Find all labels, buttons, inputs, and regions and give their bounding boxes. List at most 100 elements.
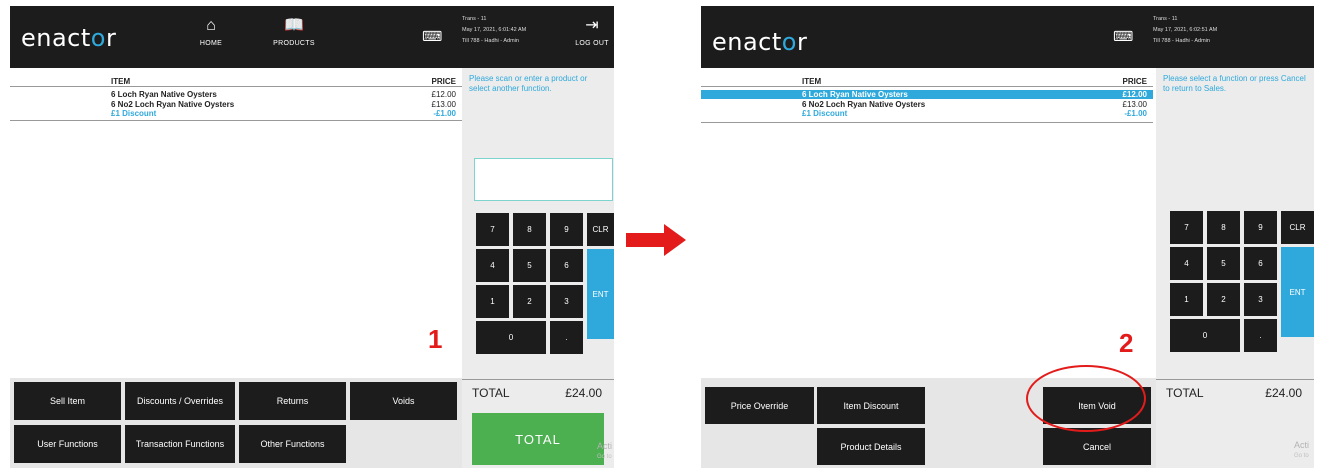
function-bar: Sell Item Discounts / Overrides Returns … (10, 378, 462, 468)
sell-item-button[interactable]: Sell Item (14, 382, 121, 420)
basket-header: ITEM PRICE (10, 77, 462, 87)
cancel-button[interactable]: Cancel (1043, 428, 1151, 465)
step-number-annotation: 1 (428, 324, 443, 354)
item-discount-button[interactable]: Item Discount (817, 387, 925, 424)
logout-label: LOG OUT (575, 40, 609, 47)
products-button[interactable]: 📖 PRODUCTS (266, 16, 322, 47)
product-details-button[interactable]: Product Details (817, 428, 925, 465)
transaction-info: Trans - 11 May 17, 2021, 6:01:42 AM Till… (462, 14, 526, 47)
prompt-message: Please select a function or press Cancel… (1163, 74, 1306, 93)
products-label: PRODUCTS (273, 40, 315, 47)
price-column-header: PRICE (431, 77, 456, 86)
total-button[interactable]: TOTAL (472, 413, 604, 465)
key-5[interactable]: 5 (513, 249, 546, 282)
item-name: 6 Loch Ryan Native Oysters (802, 90, 908, 99)
activation-watermark: Acti (597, 441, 613, 451)
keyboard-icon[interactable]: ⌨ (1113, 28, 1133, 45)
price-column-header: PRICE (1122, 77, 1147, 86)
item-name: 6 Loch Ryan Native Oysters (111, 90, 217, 99)
pos-screen-after: enactor ⌨ Trans - 11 May 17, 2021, 6:02:… (701, 6, 1314, 468)
key-8[interactable]: 8 (1207, 211, 1240, 244)
transaction-functions-button[interactable]: Transaction Functions (125, 425, 235, 463)
key-9[interactable]: 9 (550, 213, 583, 246)
highlight-circle-annotation (1026, 365, 1146, 432)
key-enter[interactable]: ENT (587, 249, 614, 339)
discount-row[interactable]: £1 Discount -£1.00 (10, 109, 462, 118)
user-functions-button[interactable]: User Functions (14, 425, 121, 463)
total-value: £24.00 (565, 386, 602, 400)
trans-number: Trans - 11 (1153, 16, 1178, 22)
item-name: 6 No2 Loch Ryan Native Oysters (111, 100, 235, 109)
item-price: £12.00 (431, 90, 456, 99)
key-8[interactable]: 8 (513, 213, 546, 246)
step-number-annotation: 2 (1119, 328, 1134, 358)
till-operator: Till 788 - Hadhi - Admin (1153, 38, 1210, 44)
basket-row-selected[interactable]: 6 Loch Ryan Native Oysters £12.00 (701, 90, 1153, 99)
keyboard-icon[interactable]: ⌨ (422, 28, 442, 45)
discount-name: £1 Discount (802, 109, 848, 118)
discount-row[interactable]: £1 Discount -£1.00 (701, 109, 1153, 118)
key-clr[interactable]: CLR (1281, 211, 1314, 244)
item-column-header: ITEM (111, 77, 131, 86)
key-0[interactable]: 0 (476, 321, 546, 354)
voids-button[interactable]: Voids (350, 382, 457, 420)
key-7[interactable]: 7 (1170, 211, 1203, 244)
basket-row[interactable]: 6 Loch Ryan Native Oysters £12.00 (10, 90, 462, 99)
key-7[interactable]: 7 (476, 213, 509, 246)
activation-watermark-sub: Go to (597, 454, 612, 460)
key-enter[interactable]: ENT (1281, 247, 1314, 337)
enactor-logo: enactor (712, 28, 808, 56)
key-4[interactable]: 4 (1170, 247, 1203, 280)
key-6[interactable]: 6 (1244, 247, 1277, 280)
till-operator: Till 788 - Hadhi - Admin (462, 38, 519, 44)
logout-icon: ⇥ (585, 17, 599, 34)
basket-row[interactable]: 6 No2 Loch Ryan Native Oysters £13.00 (701, 100, 1153, 109)
home-button[interactable]: ⌂ HOME (183, 16, 239, 47)
key-5[interactable]: 5 (1207, 247, 1240, 280)
price-override-button[interactable]: Price Override (705, 387, 814, 424)
key-6[interactable]: 6 (550, 249, 583, 282)
total-label: TOTAL (1166, 386, 1204, 400)
returns-button[interactable]: Returns (239, 382, 346, 420)
total-label: TOTAL (472, 386, 510, 400)
key-decimal[interactable]: . (550, 321, 583, 354)
key-3[interactable]: 3 (550, 285, 583, 318)
basket-row[interactable]: 6 No2 Loch Ryan Native Oysters £13.00 (10, 100, 462, 109)
pos-screen-before: enactor ⌂ HOME 📖 PRODUCTS ⌨ Trans - 11 M… (10, 6, 614, 468)
total-summary: TOTAL £24.00 (462, 379, 614, 414)
key-decimal[interactable]: . (1244, 319, 1277, 352)
key-1[interactable]: 1 (476, 285, 509, 318)
logout-button[interactable]: ⇥ LOG OUT (572, 16, 612, 47)
trans-number: Trans - 11 (462, 16, 487, 22)
key-3[interactable]: 3 (1244, 283, 1277, 316)
item-price: £13.00 (1122, 100, 1147, 109)
prompt-message: Please scan or enter a product or select… (469, 74, 588, 93)
trans-datetime: May 17, 2021, 6:02:51 AM (1153, 27, 1218, 33)
list-divider (701, 122, 1153, 123)
key-2[interactable]: 2 (1207, 283, 1240, 316)
entry-field[interactable] (474, 158, 613, 201)
discounts-overrides-button[interactable]: Discounts / Overrides (125, 382, 235, 420)
key-0[interactable]: 0 (1170, 319, 1240, 352)
item-price: £13.00 (431, 100, 456, 109)
activation-watermark-sub: Go to (1294, 453, 1309, 459)
key-clr[interactable]: CLR (587, 213, 614, 246)
discount-name: £1 Discount (111, 109, 157, 118)
total-summary: TOTAL £24.00 (1156, 379, 1314, 419)
enactor-logo: enactor (21, 24, 117, 52)
key-4[interactable]: 4 (476, 249, 509, 282)
key-2[interactable]: 2 (513, 285, 546, 318)
transaction-info: Trans - 11 May 17, 2021, 6:02:51 AM Till… (1153, 14, 1217, 47)
basket-list: ITEM PRICE 6 Loch Ryan Native Oysters £1… (701, 68, 1153, 378)
other-functions-button[interactable]: Other Functions (239, 425, 346, 463)
right-panel: Please scan or enter a product or select… (462, 68, 614, 468)
trans-datetime: May 17, 2021, 6:01:42 AM (462, 27, 527, 33)
top-bar: enactor ⌨ Trans - 11 May 17, 2021, 6:02:… (701, 6, 1314, 68)
item-column-header: ITEM (802, 77, 822, 86)
key-9[interactable]: 9 (1244, 211, 1277, 244)
right-panel: Please select a function or press Cancel… (1156, 68, 1314, 468)
arrow-right-icon (626, 224, 686, 256)
list-divider (10, 120, 462, 121)
home-icon: ⌂ (206, 17, 216, 34)
key-1[interactable]: 1 (1170, 283, 1203, 316)
